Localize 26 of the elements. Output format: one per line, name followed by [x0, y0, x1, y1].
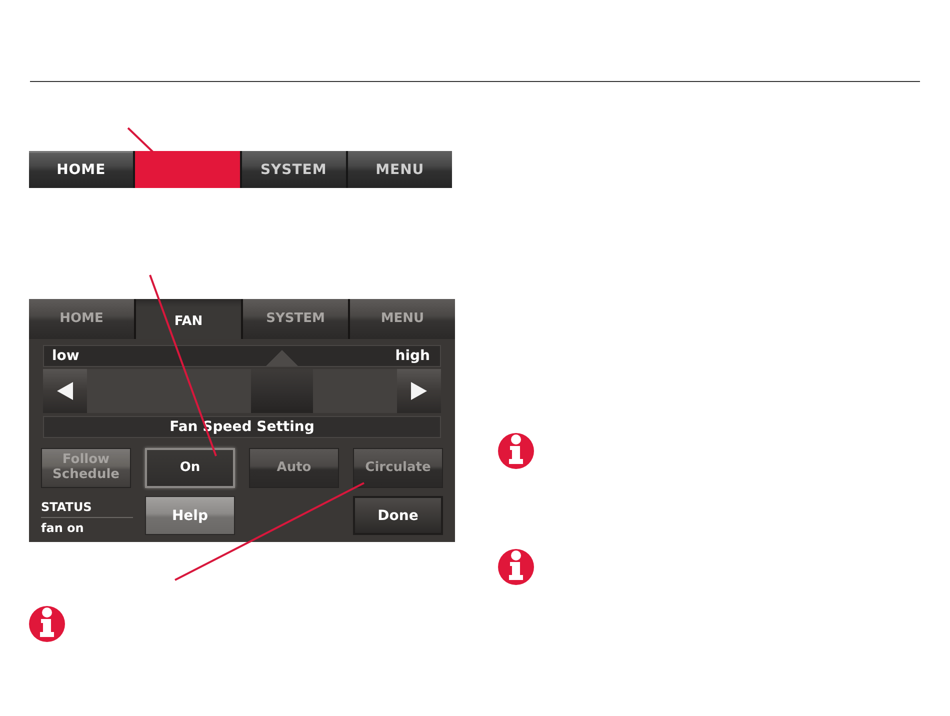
right-arrow-button[interactable]: [397, 369, 441, 413]
mode-button[interactable]: On: [145, 448, 235, 488]
nav-tab[interactable]: MENU: [348, 151, 452, 188]
mode-button[interactable]: Circulate: [353, 448, 443, 488]
left-triangle-icon: [57, 382, 73, 400]
left-arrow-button[interactable]: [43, 369, 87, 413]
max-label: high: [395, 348, 430, 364]
screen-tab[interactable]: HOME: [29, 299, 134, 339]
nav-tab[interactable]: [135, 151, 240, 188]
info-icon: [29, 606, 65, 642]
mode-button[interactable]: Auto: [249, 448, 339, 488]
leader-line: [127, 127, 154, 153]
info-icon: [498, 549, 534, 585]
right-triangle-icon: [411, 382, 427, 400]
min-label: low: [52, 348, 80, 364]
slider-thumb[interactable]: [250, 369, 313, 413]
status-value: fan on: [41, 517, 133, 535]
screen-tab[interactable]: FAN: [136, 299, 241, 339]
info-icon: [498, 433, 534, 469]
nav-tab[interactable]: SYSTEM: [242, 151, 346, 188]
status-heading: STATUS: [41, 500, 92, 516]
screen-tab[interactable]: SYSTEM: [243, 299, 348, 339]
screen-tab[interactable]: MENU: [350, 299, 455, 339]
nav-tab[interactable]: HOME: [29, 151, 134, 188]
action-button[interactable]: Help: [145, 496, 235, 535]
action-button[interactable]: Done: [353, 496, 443, 535]
